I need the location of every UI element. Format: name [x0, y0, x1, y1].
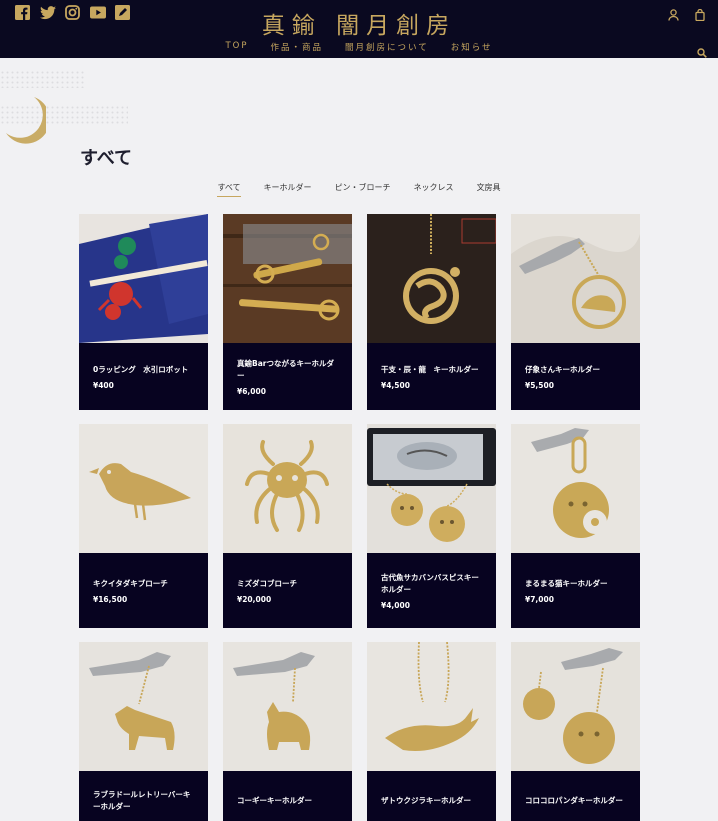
- product-name: コーギーキーホルダー: [237, 796, 312, 805]
- product-image: [79, 642, 208, 771]
- site-logo[interactable]: 真鍮 闇月創房: [0, 6, 718, 40]
- product-image: [367, 642, 496, 771]
- site-header: 真鍮 闇月創房 TOP 作品・商品 闇月創房について お知らせ: [0, 0, 718, 58]
- product-name: ミズダコブローチ: [237, 578, 297, 588]
- product-image: [511, 214, 640, 343]
- product-info: キクイタダキブローチ ¥16,500: [79, 553, 208, 628]
- product-name: ザトウクジラキーホルダー: [381, 796, 471, 805]
- product-name: 真鍮Barつながるキーホルダー: [237, 358, 334, 380]
- product-card[interactable]: キクイタダキブローチ ¥16,500: [79, 424, 208, 628]
- product-info: まるまる猫キーホルダー ¥7,000: [511, 553, 640, 628]
- product-name: コロコロパンダキーホルダー: [525, 796, 623, 805]
- product-card[interactable]: ミズダコブローチ ¥20,000: [223, 424, 352, 628]
- product-info: 0ラッピング 水引ロボット ¥400: [79, 343, 208, 410]
- category-tab-pin-brooch[interactable]: ピン・ブローチ: [335, 182, 391, 197]
- nav-about[interactable]: 闇月創房について: [345, 41, 429, 53]
- product-image: [79, 214, 208, 343]
- product-image: [223, 642, 352, 771]
- product-info: 干支・辰・龍 キーホルダー ¥4,500: [367, 343, 496, 410]
- product-card[interactable]: まるまる猫キーホルダー ¥7,000: [511, 424, 640, 628]
- product-price: ¥7,000: [525, 594, 554, 604]
- product-info: 古代魚サカバンバスピスキーホルダー ¥4,000: [367, 553, 496, 628]
- product-card[interactable]: 真鍮Barつながるキーホルダー ¥6,000: [223, 214, 352, 410]
- product-info: ザトウクジラキーホルダー: [367, 771, 496, 821]
- product-grid: 0ラッピング 水引ロボット ¥400 真鍮Barつながるキーホルダー ¥6,00…: [79, 214, 640, 821]
- product-image: [367, 424, 496, 553]
- main-nav: TOP 作品・商品 闇月創房について お知らせ: [0, 41, 718, 53]
- product-price: ¥6,000: [237, 386, 266, 396]
- product-name: 古代魚サカバンバスピスキーホルダー: [381, 572, 479, 594]
- product-card[interactable]: ザトウクジラキーホルダー: [367, 642, 496, 821]
- category-tab-necklace[interactable]: ネックレス: [414, 182, 454, 197]
- product-card[interactable]: 仔象さんキーホルダー ¥5,500: [511, 214, 640, 410]
- product-image: [367, 214, 496, 343]
- product-card[interactable]: コロコロパンダキーホルダー: [511, 642, 640, 821]
- search-icon[interactable]: [697, 43, 707, 62]
- product-image: [223, 214, 352, 343]
- product-price: ¥20,000: [237, 594, 272, 604]
- category-tab-stationery[interactable]: 文房具: [477, 182, 501, 197]
- product-name: 0ラッピング 水引ロボット: [93, 364, 189, 374]
- nav-top[interactable]: TOP: [225, 41, 248, 53]
- product-name: ラブラドールレトリーバーキーホルダー: [93, 790, 191, 811]
- nav-products[interactable]: 作品・商品: [270, 41, 323, 53]
- product-image: [511, 642, 640, 771]
- product-info: 仔象さんキーホルダー ¥5,500: [511, 343, 640, 410]
- product-card[interactable]: 0ラッピング 水引ロボット ¥400: [79, 214, 208, 410]
- product-info: 真鍮Barつながるキーホルダー ¥6,000: [223, 343, 352, 410]
- product-card[interactable]: 干支・辰・龍 キーホルダー ¥4,500: [367, 214, 496, 410]
- product-card[interactable]: 古代魚サカバンバスピスキーホルダー ¥4,000: [367, 424, 496, 628]
- page-title: すべて: [80, 148, 133, 169]
- product-name: まるまる猫キーホルダー: [525, 578, 608, 588]
- category-tab-keyholder[interactable]: キーホルダー: [264, 182, 312, 197]
- product-info: ラブラドールレトリーバーキーホルダー: [79, 771, 208, 821]
- crescent-moon-icon: [6, 97, 46, 144]
- product-image: [79, 424, 208, 553]
- product-name: 仔象さんキーホルダー: [525, 364, 600, 374]
- product-info: コーギーキーホルダー: [223, 771, 352, 821]
- product-info: コロコロパンダキーホルダー: [511, 771, 640, 821]
- nav-news[interactable]: お知らせ: [451, 41, 493, 53]
- product-image: [511, 424, 640, 553]
- product-card[interactable]: ラブラドールレトリーバーキーホルダー: [79, 642, 208, 821]
- product-image: [223, 424, 352, 553]
- product-name: 干支・辰・龍 キーホルダー: [381, 364, 479, 374]
- product-card[interactable]: コーギーキーホルダー: [223, 642, 352, 821]
- product-price: ¥400: [93, 380, 114, 390]
- product-price: ¥5,500: [525, 380, 554, 390]
- user-icon[interactable]: [668, 6, 679, 25]
- product-name: キクイタダキブローチ: [93, 578, 168, 588]
- category-tabs: すべて キーホルダー ピン・ブローチ ネックレス 文房具: [0, 182, 718, 197]
- product-info: ミズダコブローチ ¥20,000: [223, 553, 352, 628]
- product-price: ¥4,000: [381, 600, 410, 610]
- cart-icon[interactable]: [695, 6, 705, 25]
- product-price: ¥4,500: [381, 380, 410, 390]
- category-tab-all[interactable]: すべて: [217, 182, 241, 197]
- product-price: ¥16,500: [93, 594, 128, 604]
